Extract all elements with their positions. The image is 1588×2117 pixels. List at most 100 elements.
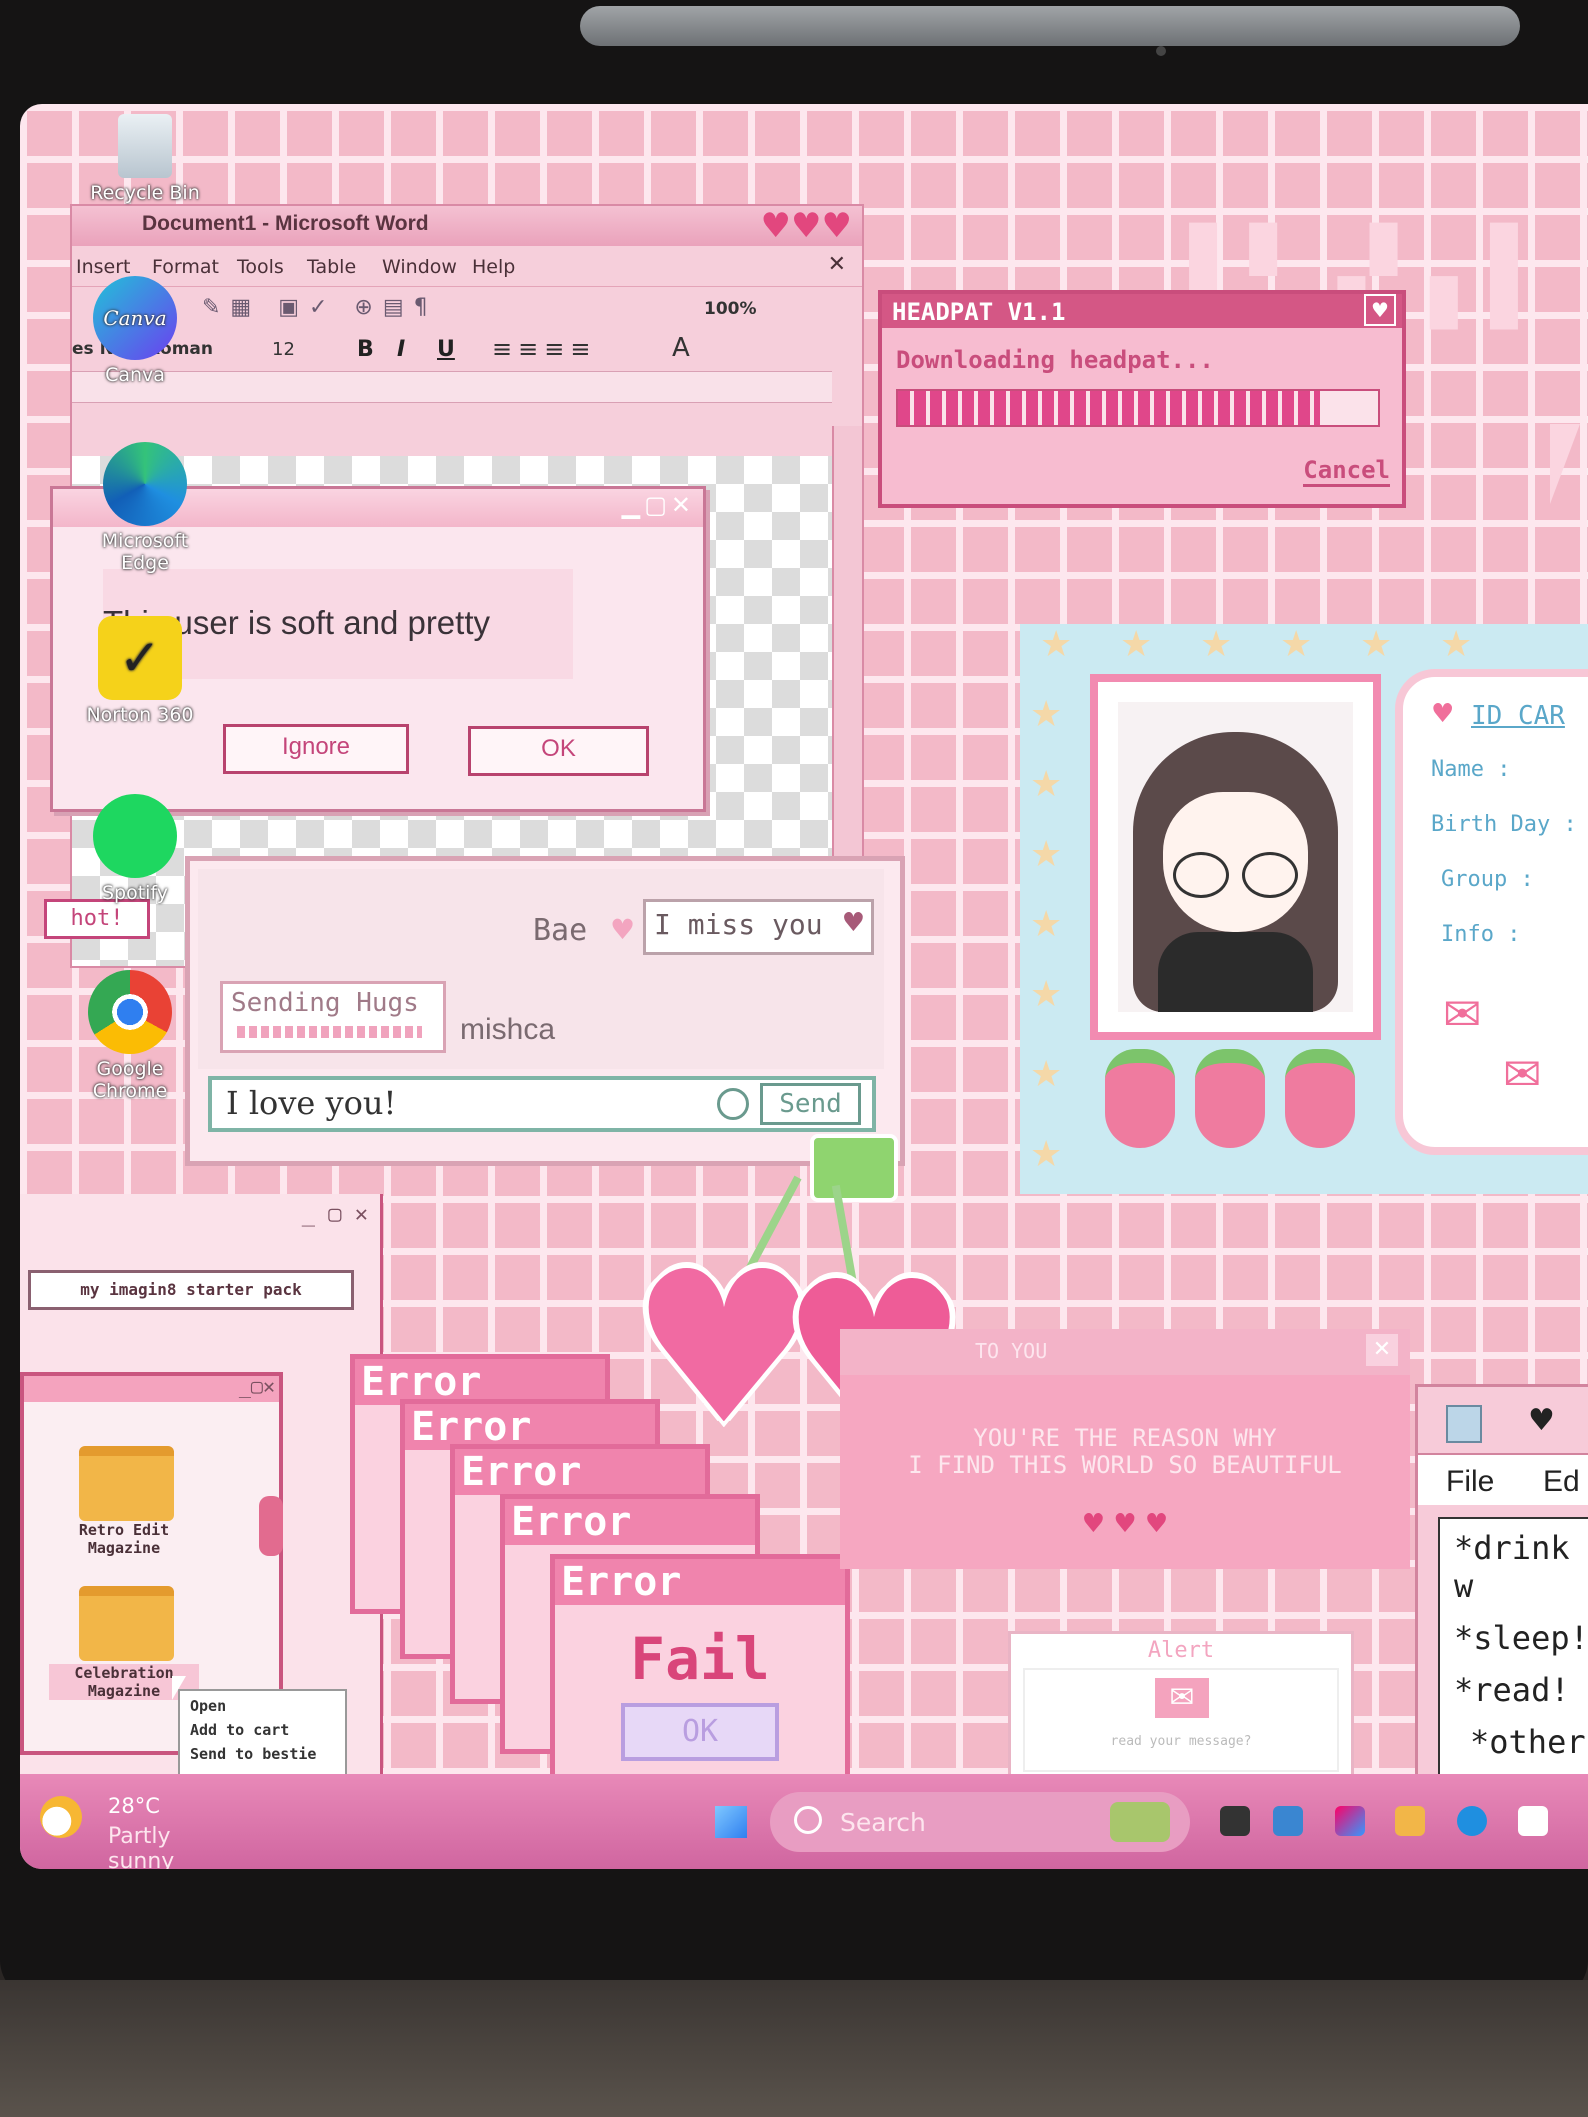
edge-shortcut[interactable]: Microsoft Edge xyxy=(90,442,200,574)
spotify-label: Spotify xyxy=(101,882,169,904)
headpat-titlebar[interactable]: HEADPAT V1.1 ♥ xyxy=(882,294,1402,328)
folder-icon[interactable] xyxy=(79,1446,174,1521)
error-title: Error xyxy=(505,1499,755,1545)
recycle-bin-shortcut[interactable]: Recycle Bin xyxy=(90,114,200,204)
norton-shortcut[interactable]: ✓ Norton 360 xyxy=(85,616,195,726)
field-info: Info : xyxy=(1441,922,1521,947)
headpat-progress-track xyxy=(896,389,1380,427)
context-item-open[interactable]: Open xyxy=(180,1691,345,1715)
heart-icon: ♥ xyxy=(1431,699,1455,729)
chat-window[interactable]: Bae ♥ I miss you ♥ Sending Hugs mishca I… xyxy=(185,856,905,1166)
to-you-window[interactable]: TO YOU ✕ YOU'RE THE REASON WHY I FIND TH… xyxy=(840,1329,1410,1569)
cancel-button[interactable]: Cancel xyxy=(1303,456,1390,487)
emoji-icon[interactable] xyxy=(717,1088,749,1120)
error-title: Error xyxy=(555,1559,845,1605)
heart-close-icon[interactable]: ♥ xyxy=(1364,294,1396,326)
file-explorer-icon[interactable] xyxy=(1395,1806,1425,1836)
font-color-icon[interactable]: A xyxy=(672,333,690,363)
menu-table[interactable]: Table xyxy=(307,256,356,278)
font-size-select[interactable]: 12 xyxy=(272,339,295,360)
word-titlebar[interactable]: Document1 - Microsoft Word ♥♥♥ xyxy=(72,206,862,246)
titlebar-hearts-icon[interactable]: ♥♥♥ xyxy=(761,206,852,246)
notepad-icon xyxy=(1446,1405,1482,1443)
notes-window[interactable]: ♥ File Ed *drink w *sleep! *read! *other xyxy=(1415,1384,1588,1791)
search-placeholder: Search xyxy=(840,1808,926,1837)
edge-taskbar-icon[interactable] xyxy=(1457,1806,1487,1836)
star-decoration: ★ xyxy=(1030,834,1063,875)
folder-scrollbar[interactable] xyxy=(259,1496,283,1556)
folder-titlebar[interactable]: _▢✕ xyxy=(24,1374,279,1402)
headpat-status: Downloading headpat... xyxy=(896,346,1214,374)
id-info-panel: ♥ ID CAR Name : Birth Day : Group : Info… xyxy=(1395,669,1588,1155)
norton-label: Norton 360 xyxy=(86,704,194,726)
menu-tools[interactable]: Tools xyxy=(237,256,284,278)
start-button-icon[interactable] xyxy=(715,1806,747,1838)
canva-shortcut[interactable]: Canva Canva xyxy=(80,276,190,386)
window-controls-icon[interactable]: _ ▢ ✕ xyxy=(302,1202,368,1227)
search-highlight-icon xyxy=(1110,1802,1170,1842)
notes-menu-file[interactable]: File xyxy=(1446,1465,1494,1499)
close-icon[interactable]: ✕ xyxy=(828,252,846,277)
italic-button[interactable]: I xyxy=(397,337,405,362)
notes-titlebar[interactable]: ♥ xyxy=(1418,1387,1588,1453)
search-icon xyxy=(794,1806,822,1834)
underline-button[interactable]: U xyxy=(437,337,455,362)
spotify-icon xyxy=(93,794,177,878)
heart-icon: ♥ xyxy=(610,913,636,946)
heart-icon[interactable]: ♥ xyxy=(1528,1403,1555,1438)
envelope-icon: ✉ xyxy=(1443,987,1482,1041)
app-icon[interactable] xyxy=(1273,1806,1303,1836)
love-line-2: I FIND THIS WORLD SO BEAUTIFUL xyxy=(908,1451,1342,1479)
spotify-shortcut[interactable]: Spotify xyxy=(80,794,190,904)
context-item-add-to-cart[interactable]: Add to cart xyxy=(180,1715,345,1739)
menu-help[interactable]: Help xyxy=(472,256,515,278)
task-view-icon[interactable] xyxy=(1220,1806,1250,1836)
error-window-front[interactable]: Error Fail OK xyxy=(550,1554,850,1804)
menu-window[interactable]: Window xyxy=(382,256,457,278)
star-decoration: ★ xyxy=(1030,764,1063,805)
window-controls-icon[interactable]: _▢✕ xyxy=(239,1374,275,1398)
menu-insert[interactable]: Insert xyxy=(76,256,131,278)
word-toolbar-standard: 100% ✎▦ ▣✓ ⊕▤¶ xyxy=(72,287,862,329)
store-icon[interactable] xyxy=(1518,1806,1548,1836)
envelope-icon[interactable]: ✉ xyxy=(1155,1678,1209,1718)
window-controls-icon[interactable]: ▁▢✕ xyxy=(622,491,695,519)
notes-body[interactable]: *drink w *sleep! *read! *other xyxy=(1438,1517,1588,1791)
taskbar-search[interactable]: Search xyxy=(770,1792,1190,1852)
chrome-icon xyxy=(88,970,172,1054)
to-you-titlebar[interactable]: TO YOU ✕ xyxy=(840,1329,1410,1375)
notes-line: *other xyxy=(1470,1723,1586,1761)
love-hearts: ♥ ♥ ♥ xyxy=(1081,1509,1169,1539)
word-title: Document1 - Microsoft Word xyxy=(142,212,429,235)
align-icons[interactable]: ≡≡≡≡ xyxy=(492,335,596,363)
send-button[interactable]: Send xyxy=(760,1083,861,1125)
ignore-button[interactable]: Ignore xyxy=(223,724,409,774)
alert-inner: ✉ read your message? xyxy=(1023,1668,1339,1772)
context-item-send-to-bestie[interactable]: Send to bestie xyxy=(180,1739,345,1763)
fail-text: Fail xyxy=(630,1625,770,1693)
bold-button[interactable]: B xyxy=(357,337,374,362)
mouse-cursor-icon xyxy=(172,1676,186,1700)
partly-sunny-icon xyxy=(40,1796,82,1838)
zoom-value[interactable]: 100% xyxy=(704,299,757,319)
alert-window[interactable]: Alert ✉ read your message? xyxy=(1008,1631,1354,1780)
close-icon[interactable]: ✕ xyxy=(1366,1334,1398,1366)
copilot-icon[interactable] xyxy=(1335,1806,1365,1836)
star-decoration: ★ xyxy=(1120,624,1153,665)
folder-label-retro[interactable]: Retro Edit Magazine xyxy=(49,1521,199,1557)
menu-format[interactable]: Format xyxy=(152,256,219,278)
weather-widget[interactable]: 28°C Partly sunny xyxy=(40,1788,240,1869)
folder-icon[interactable] xyxy=(79,1586,174,1661)
headpat-window[interactable]: HEADPAT V1.1 ♥ Downloading headpat... Ca… xyxy=(878,290,1406,508)
error-ok-button[interactable]: OK xyxy=(621,1703,779,1761)
love-line-1: YOU'RE THE REASON WHY xyxy=(973,1424,1277,1452)
edge-icon xyxy=(103,442,187,526)
star-decoration: ★ xyxy=(1360,624,1393,665)
chat-input[interactable]: I love you! Send xyxy=(208,1076,876,1132)
notes-line: *read! xyxy=(1454,1671,1570,1709)
star-decoration: ★ xyxy=(1200,624,1233,665)
chrome-shortcut[interactable]: Google Chrome xyxy=(75,970,185,1102)
toolbar-icons-strip[interactable]: ✎▦ ▣✓ ⊕▤¶ xyxy=(202,295,438,320)
ok-button[interactable]: OK xyxy=(468,726,649,776)
notes-menu-edit[interactable]: Ed xyxy=(1543,1465,1580,1499)
